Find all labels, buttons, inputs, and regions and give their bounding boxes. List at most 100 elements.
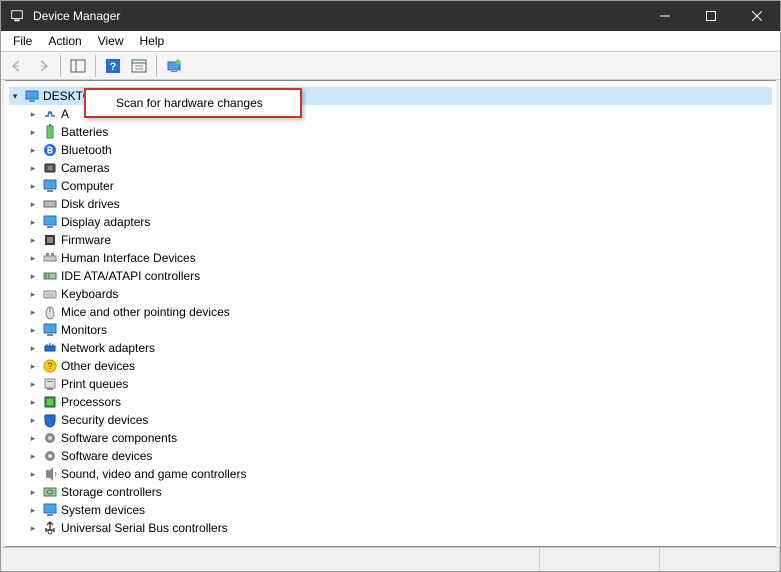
- tree-item-label: Bluetooth: [61, 143, 112, 157]
- tree-item-label: Other devices: [61, 359, 135, 373]
- tree-item[interactable]: ▸Sound, video and game controllers: [9, 465, 772, 483]
- chevron-right-icon[interactable]: ▸: [27, 307, 39, 318]
- sound-icon: [42, 466, 58, 482]
- tree-item[interactable]: ▸Cameras: [9, 159, 772, 177]
- titlebar: Device Manager: [1, 1, 780, 31]
- chevron-right-icon[interactable]: ▸: [27, 181, 39, 192]
- toolbar-divider: [156, 55, 157, 77]
- chevron-right-icon[interactable]: ▸: [27, 235, 39, 246]
- close-button[interactable]: [734, 1, 780, 31]
- chevron-right-icon[interactable]: ▸: [27, 397, 39, 408]
- tree-item[interactable]: ▸Firmware: [9, 231, 772, 249]
- tree-item-label: Storage controllers: [61, 485, 162, 499]
- tree-item-label: Print queues: [61, 377, 128, 391]
- chevron-right-icon[interactable]: ▸: [27, 469, 39, 480]
- chevron-right-icon[interactable]: ▸: [27, 433, 39, 444]
- properties-button[interactable]: [127, 55, 151, 77]
- tree-item-label: Monitors: [61, 323, 107, 337]
- context-scan-hardware[interactable]: Scan for hardware changes: [84, 88, 302, 118]
- statusbar-pane: [540, 548, 660, 571]
- back-button[interactable]: [5, 55, 29, 77]
- menu-help[interactable]: Help: [132, 32, 173, 50]
- chevron-right-icon[interactable]: ▸: [27, 145, 39, 156]
- menu-action[interactable]: Action: [40, 32, 89, 50]
- chevron-right-icon[interactable]: ▸: [27, 127, 39, 138]
- tree-item[interactable]: ▸ Bluetooth: [9, 141, 772, 159]
- disk-icon: [42, 196, 58, 212]
- camera-icon: [42, 160, 58, 176]
- tree-item[interactable]: ▸ Monitors: [9, 321, 772, 339]
- tree-item-label: Security devices: [61, 413, 148, 427]
- chevron-right-icon[interactable]: ▸: [27, 487, 39, 498]
- tree-item[interactable]: ▸Universal Serial Bus controllers: [9, 519, 772, 537]
- tree-item[interactable]: ▸Computer: [9, 177, 772, 195]
- svg-text:?: ?: [110, 61, 117, 73]
- chevron-right-icon[interactable]: ▸: [27, 505, 39, 516]
- tree-item[interactable]: ▸ Software devices: [9, 447, 772, 465]
- firmware-icon: [42, 232, 58, 248]
- statusbar: [1, 547, 780, 571]
- chevron-right-icon[interactable]: ▸: [27, 415, 39, 426]
- chevron-right-icon[interactable]: ▸: [27, 523, 39, 534]
- printer-icon: [42, 376, 58, 392]
- chevron-right-icon[interactable]: ▸: [27, 325, 39, 336]
- maximize-button[interactable]: [688, 1, 734, 31]
- scan-hardware-button[interactable]: [162, 55, 186, 77]
- chevron-right-icon[interactable]: ▸: [27, 271, 39, 282]
- context-menu: Scan for hardware changes: [84, 88, 302, 118]
- chevron-right-icon[interactable]: ▸: [27, 379, 39, 390]
- hid-icon: [42, 250, 58, 266]
- chevron-right-icon[interactable]: ▸: [27, 289, 39, 300]
- tree-item[interactable]: ▸Batteries: [9, 123, 772, 141]
- show-hide-tree-button[interactable]: [66, 55, 90, 77]
- minimize-button[interactable]: [642, 1, 688, 31]
- menu-view[interactable]: View: [90, 32, 132, 50]
- help-button[interactable]: ?: [101, 55, 125, 77]
- tree-item[interactable]: ▸Keyboards: [9, 285, 772, 303]
- tree-item[interactable]: ▸Processors: [9, 393, 772, 411]
- tree-item-label: A: [61, 107, 69, 121]
- tree-item[interactable]: ▸? Other devices: [9, 357, 772, 375]
- tree-item[interactable]: ▸ Security devices: [9, 411, 772, 429]
- chevron-right-icon[interactable]: ▸: [27, 163, 39, 174]
- tree-item-label: Network adapters: [61, 341, 155, 355]
- tree-item-label: Disk drives: [61, 197, 120, 211]
- forward-button[interactable]: [31, 55, 55, 77]
- chevron-right-icon[interactable]: ▸: [27, 451, 39, 462]
- audio-icon: [42, 106, 58, 122]
- mouse-icon: [42, 304, 58, 320]
- tree-item[interactable]: ▸ Network adapters: [9, 339, 772, 357]
- tree-item[interactable]: ▸Software components: [9, 429, 772, 447]
- network-icon: [42, 340, 58, 356]
- computer-icon: [42, 178, 58, 194]
- toolbar-divider: [95, 55, 96, 77]
- tree-item[interactable]: ▸ Disk drives: [9, 195, 772, 213]
- chevron-right-icon[interactable]: ▸: [27, 361, 39, 372]
- system-icon: [42, 502, 58, 518]
- chevron-right-icon[interactable]: ▸: [27, 217, 39, 228]
- tree-item-label: IDE ATA/ATAPI controllers: [61, 269, 200, 283]
- menu-file[interactable]: File: [5, 32, 40, 50]
- menubar: File Action View Help: [1, 31, 780, 52]
- tree-item[interactable]: ▸Display adapters: [9, 213, 772, 231]
- app-icon: [9, 8, 25, 24]
- battery-icon: [42, 124, 58, 140]
- statusbar-pane: [1, 548, 540, 571]
- svg-text:?: ?: [47, 361, 52, 371]
- tree-item[interactable]: ▸ IDE ATA/ATAPI controllers: [9, 267, 772, 285]
- tree-item-label: Mice and other pointing devices: [61, 305, 230, 319]
- chevron-right-icon[interactable]: ▸: [27, 199, 39, 210]
- chevron-right-icon[interactable]: ▸: [27, 109, 39, 120]
- tree-item[interactable]: ▸ Storage controllers: [9, 483, 772, 501]
- statusbar-pane: [660, 548, 780, 571]
- tree-item[interactable]: ▸ Mice and other pointing devices: [9, 303, 772, 321]
- tree-item[interactable]: ▸System devices: [9, 501, 772, 519]
- chevron-down-icon[interactable]: ▾: [9, 91, 21, 102]
- tree-item-label: Software devices: [61, 449, 152, 463]
- device-tree[interactable]: ▾ DESKTOP ▸A▸Batteries▸Bluetooth▸Cameras…: [5, 80, 776, 547]
- tree-item[interactable]: ▸Human Interface Devices: [9, 249, 772, 267]
- chevron-right-icon[interactable]: ▸: [27, 343, 39, 354]
- tree-item[interactable]: ▸ Print queues: [9, 375, 772, 393]
- software-component-icon: [42, 430, 58, 446]
- chevron-right-icon[interactable]: ▸: [27, 253, 39, 264]
